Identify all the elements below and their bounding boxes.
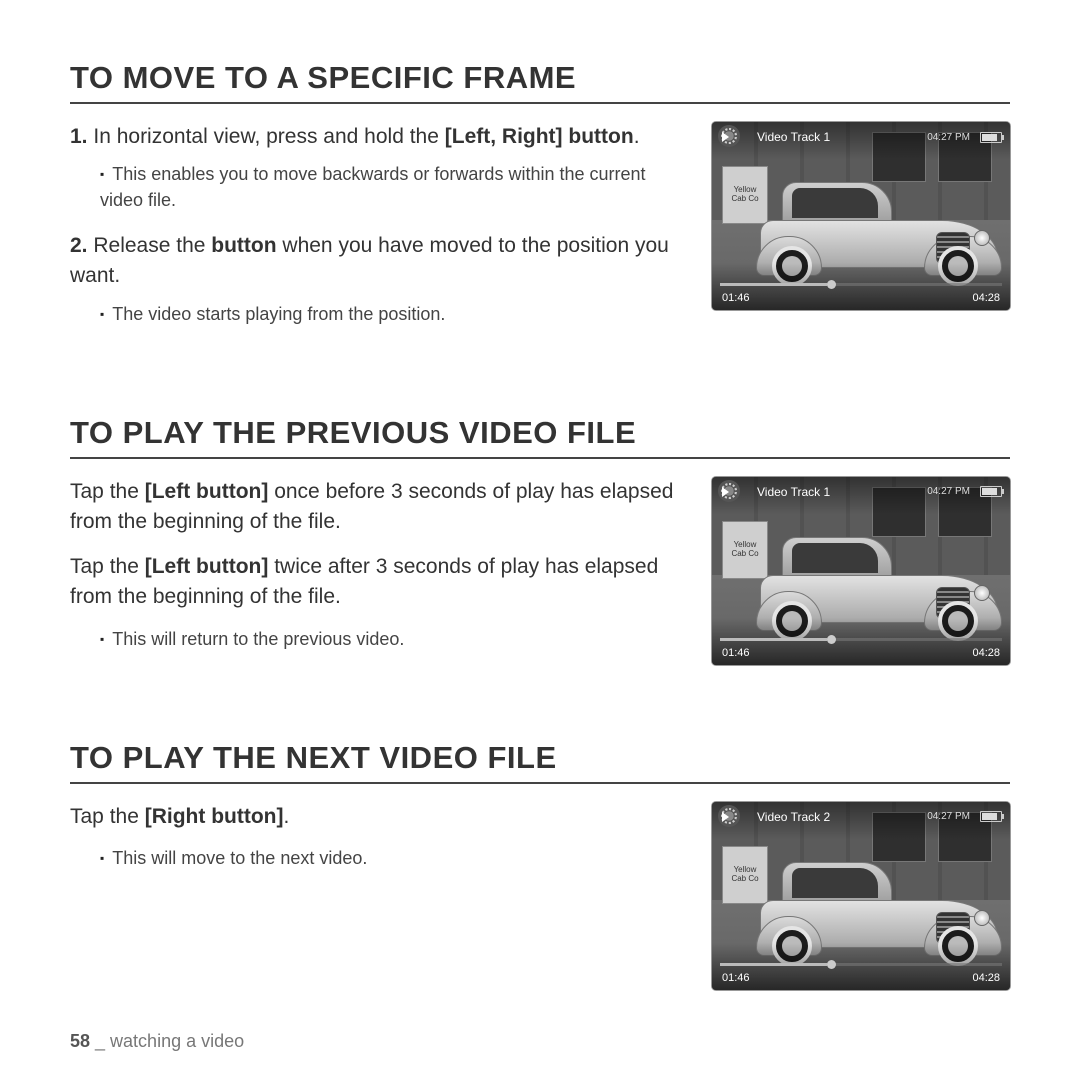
time-total: 04:28 bbox=[972, 292, 1000, 304]
prev-p2-bold: [Left button] bbox=[145, 555, 269, 578]
section-previous-file: TO PLAY THE PREVIOUS VIDEO FILE Tap the … bbox=[70, 415, 1010, 670]
play-icon bbox=[722, 132, 729, 142]
battery-icon bbox=[980, 132, 1002, 143]
section3-text: Tap the [Right button]. This will move t… bbox=[70, 802, 688, 890]
page-number: 58 bbox=[70, 1031, 90, 1051]
prev-para-1: Tap the [Left button] once before 3 seco… bbox=[70, 477, 688, 538]
section1-text: 1. In horizontal view, press and hold th… bbox=[70, 122, 688, 345]
clock-label: 04:27 PM bbox=[927, 811, 970, 822]
manual-page: TO MOVE TO A SPECIFIC FRAME 1. In horizo… bbox=[0, 0, 1080, 1080]
section2-text: Tap the [Left button] once before 3 seco… bbox=[70, 477, 688, 670]
chapter-title: watching a video bbox=[110, 1031, 244, 1051]
page-footer: 58 _ watching a video bbox=[70, 1031, 244, 1052]
sign-line2: Cab Co bbox=[731, 550, 758, 559]
prev-p1-bold: [Left button] bbox=[145, 480, 269, 503]
prev-p1-a: Tap the bbox=[70, 480, 145, 503]
step-1-number: 1. bbox=[70, 125, 88, 148]
video-title: Video Track 1 bbox=[757, 130, 830, 144]
time-total: 04:28 bbox=[972, 972, 1000, 984]
sign-line1: Yellow bbox=[734, 866, 757, 875]
device-screenshot-3: YellowCab Co Video Track 2 04:27 PM 01:4… bbox=[712, 802, 1010, 990]
step-1-bold: [Left, Right] button bbox=[445, 125, 634, 148]
step-1-bullet: This enables you to move backwards or fo… bbox=[100, 162, 688, 212]
step-1-text-b: . bbox=[634, 125, 640, 148]
device-screenshot-2: YellowCab Co Video Track 1 04:27 PM 01:4… bbox=[712, 477, 1010, 665]
next-p1-a: Tap the bbox=[70, 805, 145, 828]
section-next-file: TO PLAY THE NEXT VIDEO FILE Tap the [Rig… bbox=[70, 740, 1010, 990]
sign-line2: Cab Co bbox=[731, 195, 758, 204]
time-elapsed: 01:46 bbox=[722, 292, 750, 304]
step-2-bold: button bbox=[211, 234, 276, 257]
shop-sign: YellowCab Co bbox=[722, 166, 768, 224]
heading-previous: TO PLAY THE PREVIOUS VIDEO FILE bbox=[70, 415, 1010, 459]
prev-bullet: This will return to the previous video. bbox=[100, 627, 688, 652]
battery-icon bbox=[980, 486, 1002, 497]
step-1-bullets: This enables you to move backwards or fo… bbox=[100, 162, 688, 212]
step-1: 1. In horizontal view, press and hold th… bbox=[70, 122, 688, 152]
prev-para-2: Tap the [Left button] twice after 3 seco… bbox=[70, 552, 688, 613]
section-move-frame: TO MOVE TO A SPECIFIC FRAME 1. In horizo… bbox=[70, 60, 1010, 345]
heading-move-frame: TO MOVE TO A SPECIFIC FRAME bbox=[70, 60, 1010, 104]
sign-line2: Cab Co bbox=[731, 875, 758, 884]
play-icon bbox=[722, 487, 729, 497]
step-2-bullet: The video starts playing from the positi… bbox=[100, 302, 688, 327]
prev-bullets: This will return to the previous video. bbox=[100, 627, 688, 652]
sign-line1: Yellow bbox=[734, 541, 757, 550]
clock-label: 04:27 PM bbox=[927, 486, 970, 497]
next-p1-bold: [Right button] bbox=[145, 805, 284, 828]
footer-sep: _ bbox=[90, 1031, 110, 1051]
time-elapsed: 01:46 bbox=[722, 647, 750, 659]
next-bullet: This will move to the next video. bbox=[100, 846, 688, 871]
time-total: 04:28 bbox=[972, 647, 1000, 659]
video-title: Video Track 1 bbox=[757, 485, 830, 499]
prev-p2-a: Tap the bbox=[70, 555, 145, 578]
next-para: Tap the [Right button]. bbox=[70, 802, 688, 832]
device-screenshot-1: YellowCab Co Video Track 1 04:27 PM 01:4… bbox=[712, 122, 1010, 310]
clock-label: 04:27 PM bbox=[927, 132, 970, 143]
step-2-number: 2. bbox=[70, 234, 88, 257]
step-2: 2. Release the button when you have move… bbox=[70, 231, 688, 292]
time-elapsed: 01:46 bbox=[722, 972, 750, 984]
heading-next: TO PLAY THE NEXT VIDEO FILE bbox=[70, 740, 1010, 784]
next-bullets: This will move to the next video. bbox=[100, 846, 688, 871]
step-2-bullets: The video starts playing from the positi… bbox=[100, 302, 688, 327]
video-title: Video Track 2 bbox=[757, 810, 830, 824]
step-2-text-a: Release the bbox=[93, 234, 211, 257]
battery-icon bbox=[980, 811, 1002, 822]
next-p1-b: . bbox=[284, 805, 290, 828]
step-1-text-a: In horizontal view, press and hold the bbox=[93, 125, 444, 148]
play-icon bbox=[722, 812, 729, 822]
sign-line1: Yellow bbox=[734, 186, 757, 195]
